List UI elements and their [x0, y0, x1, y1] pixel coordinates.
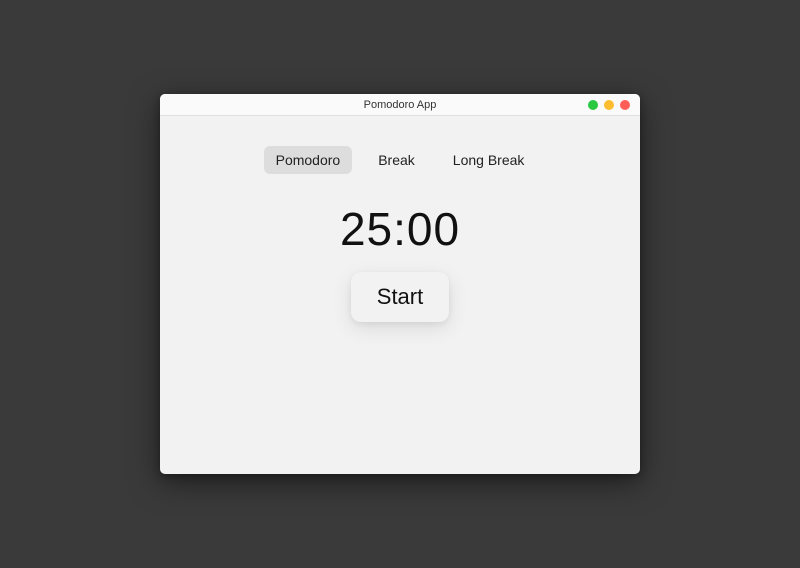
start-button[interactable]: Start: [351, 272, 449, 322]
close-icon[interactable]: [620, 100, 630, 110]
traffic-lights: [588, 100, 630, 110]
mode-tabs: Pomodoro Break Long Break: [264, 146, 537, 174]
minimize-icon[interactable]: [588, 100, 598, 110]
app-window: Pomodoro App Pomodoro Break Long Break 2…: [160, 94, 640, 474]
timer-display: 25:00: [340, 202, 460, 256]
titlebar: Pomodoro App: [160, 94, 640, 116]
window-title: Pomodoro App: [364, 99, 437, 111]
tab-pomodoro[interactable]: Pomodoro: [264, 146, 353, 174]
content-area: Pomodoro Break Long Break 25:00 Start: [160, 116, 640, 474]
maximize-icon[interactable]: [604, 100, 614, 110]
tab-break[interactable]: Break: [366, 146, 427, 174]
tab-long-break[interactable]: Long Break: [441, 146, 537, 174]
